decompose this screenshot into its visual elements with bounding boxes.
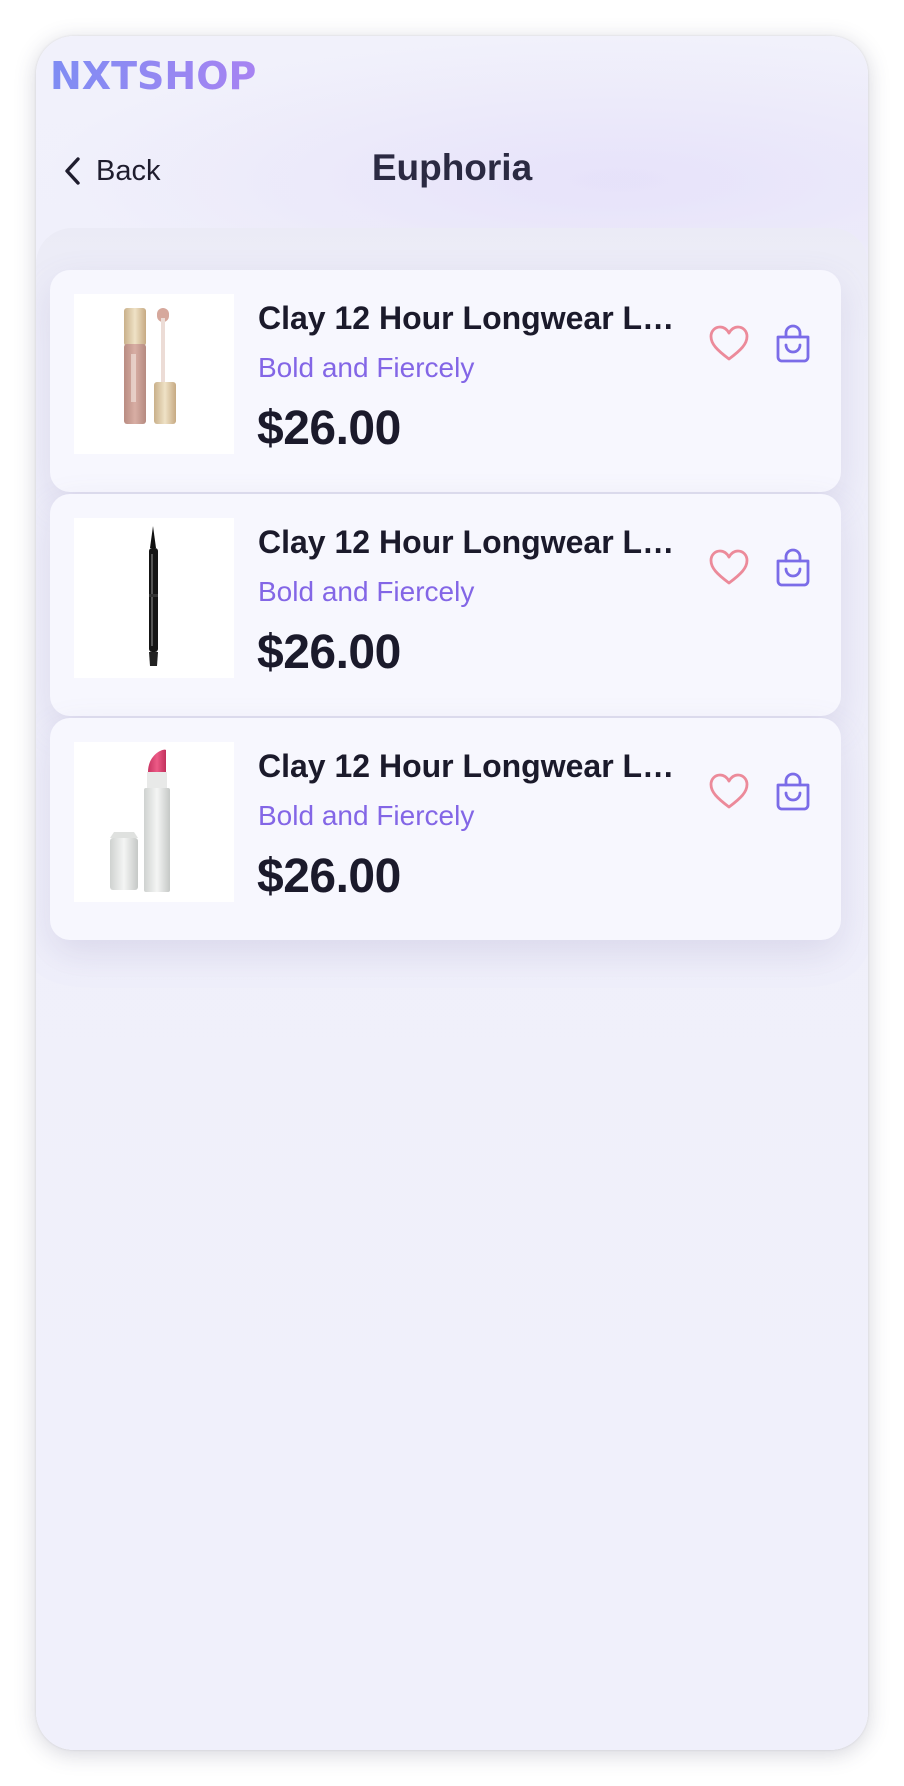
favorite-button[interactable] — [705, 320, 753, 368]
product-card[interactable]: Clay 12 Hour Longwear Liquid Lipstick Bo… — [50, 494, 841, 716]
heart-icon — [709, 549, 749, 585]
add-to-bag-button[interactable] — [769, 768, 817, 816]
favorite-button[interactable] — [705, 768, 753, 816]
eyeliner-pen-image — [149, 526, 158, 666]
product-price: $26.00 — [257, 850, 401, 903]
lipstick-image — [110, 749, 170, 892]
product-card[interactable]: Clay 12 Hour Longwear Liquid Lipstick Bo… — [50, 270, 841, 492]
heart-icon — [709, 325, 749, 361]
lip-gloss-image — [124, 308, 176, 424]
brand-logo: NXTSHOP — [50, 54, 257, 98]
product-name[interactable]: Clay 12 Hour Longwear Liquid Lipstick — [258, 748, 678, 785]
product-image — [74, 518, 234, 678]
product-subtitle: Bold and Fiercely — [258, 800, 475, 831]
page-title: Euphoria — [371, 147, 533, 188]
product-price: $26.00 — [257, 402, 401, 455]
shopping-bag-icon — [776, 548, 810, 587]
add-to-bag-button[interactable] — [769, 544, 817, 592]
product-image — [74, 742, 234, 902]
product-name[interactable]: Clay 12 Hour Longwear Liquid Lipstick — [258, 524, 678, 561]
product-image — [74, 294, 234, 454]
heart-icon — [709, 773, 749, 809]
product-subtitle: Bold and Fiercely — [258, 576, 475, 607]
product-price: $26.00 — [257, 626, 401, 679]
app-screen: NXTSHOP Back Euphoria Clay 12 Hour Longw… — [36, 36, 868, 1750]
product-card[interactable]: Clay 12 Hour Longwear Liquid Lipstick Bo… — [50, 718, 841, 940]
product-name[interactable]: Clay 12 Hour Longwear Liquid Lipstick — [258, 300, 678, 337]
shopping-bag-icon — [776, 772, 810, 811]
product-list: Clay 12 Hour Longwear Liquid Lipstick Bo… — [36, 228, 868, 1750]
product-subtitle: Bold and Fiercely — [258, 352, 475, 383]
shopping-bag-icon — [776, 324, 810, 363]
add-to-bag-button[interactable] — [769, 320, 817, 368]
favorite-button[interactable] — [705, 544, 753, 592]
